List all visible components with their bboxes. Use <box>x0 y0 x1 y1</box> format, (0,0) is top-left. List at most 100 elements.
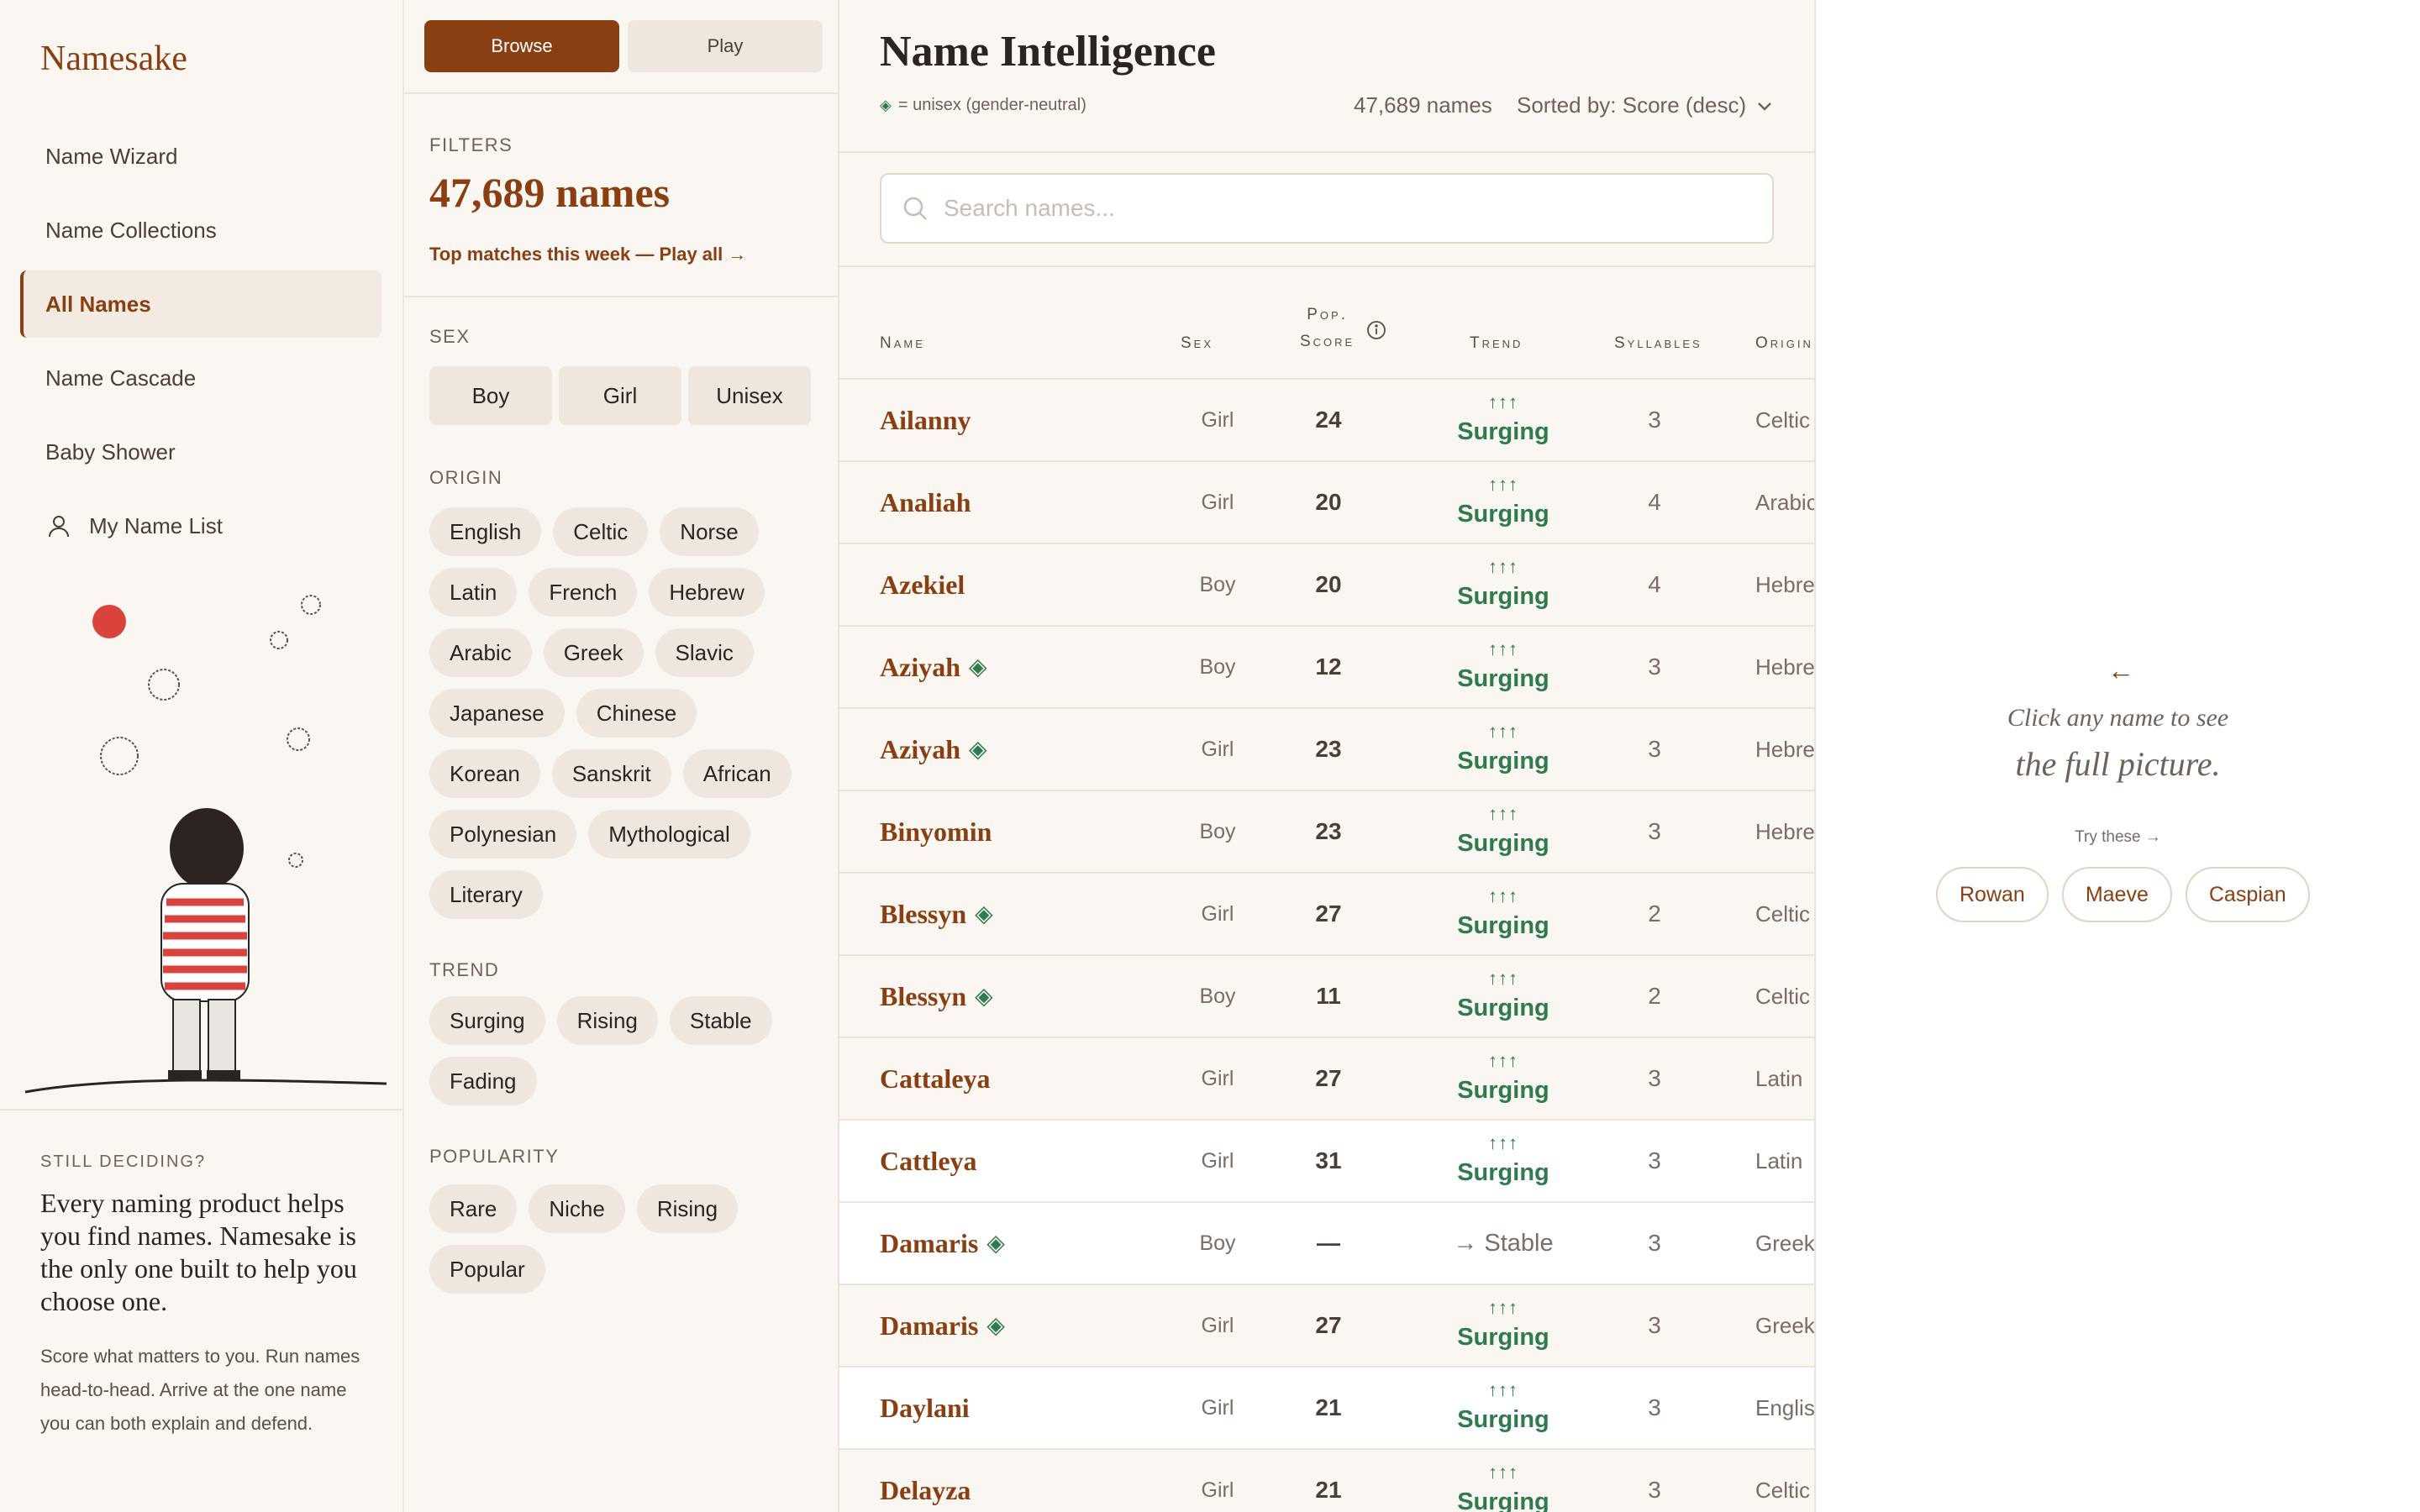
name-cell[interactable]: Daylani <box>880 1368 970 1448</box>
popularity-chip-popular[interactable]: Popular <box>429 1245 545 1294</box>
brand-logo[interactable]: Namesake <box>40 39 187 79</box>
sort-dropdown[interactable]: Sorted by: Score (desc) <box>1517 92 1773 118</box>
name-cell[interactable]: Damaris ◈ <box>880 1203 1005 1284</box>
origin-chip-greek[interactable]: Greek <box>543 628 644 677</box>
origin-chip-hebrew[interactable]: Hebrew <box>649 568 765 617</box>
origin-cell: Greek <box>1755 1312 1815 1338</box>
still-deciding-body: Score what matters to you. Run names hea… <box>40 1346 360 1434</box>
info-icon[interactable] <box>1365 319 1387 341</box>
origin-chip-english[interactable]: English <box>429 507 542 556</box>
popularity-chip-rising[interactable]: Rising <box>636 1184 739 1233</box>
origin-chip-african[interactable]: African <box>682 749 792 798</box>
origin-chip-mythological[interactable]: Mythological <box>588 810 750 858</box>
name-text: Analiah <box>880 486 971 517</box>
trend-chip-stable[interactable]: Stable <box>669 996 772 1045</box>
score-cell: 27 <box>1315 1312 1342 1338</box>
origin-chip-japanese[interactable]: Japanese <box>429 689 565 738</box>
name-cell[interactable]: Aziyah ◈ <box>880 709 987 790</box>
top-matches-link[interactable]: Top matches this week — Play all → <box>429 244 746 265</box>
origin-chip-arabic[interactable]: Arabic <box>429 628 532 677</box>
column-header-sex[interactable]: Sex <box>1181 334 1213 353</box>
table-row[interactable]: Ailanny Girl 24 ↑↑↑ Surging 3 Celtic <box>839 380 1814 462</box>
origin-chip-norse[interactable]: Norse <box>660 507 759 556</box>
table-row[interactable]: Azekiel Boy 20 ↑↑↑ Surging 4 Hebrew <box>839 544 1814 627</box>
table-row[interactable]: Blessyn ◈ Girl 27 ↑↑↑ Surging 2 Celtic <box>839 874 1814 956</box>
sex-filter-girl[interactable]: Girl <box>559 366 681 425</box>
mode-tabs: Browse Play <box>424 20 823 72</box>
syllables-cell: 3 <box>1648 1230 1661 1256</box>
table-row[interactable]: Damaris ◈ Girl 27 ↑↑↑ Surging 3 Greek <box>839 1285 1815 1368</box>
column-header-pop-line2: Score <box>1300 333 1355 350</box>
search-input[interactable] <box>944 195 1750 222</box>
name-text: Aziyah <box>880 733 960 764</box>
name-cell[interactable]: Blessyn ◈ <box>880 956 993 1037</box>
sex-filter-unisex[interactable]: Unisex <box>688 366 811 425</box>
table-row[interactable]: Damaris ◈ Boy — → Stable 3 Greek <box>839 1203 1814 1285</box>
origin-chip-slavic[interactable]: Slavic <box>655 628 754 677</box>
column-header-origin[interactable]: Origin <box>1755 334 1813 353</box>
nav-item-baby-shower[interactable]: Baby Shower <box>20 418 381 486</box>
name-cell[interactable]: Ailanny <box>880 380 971 460</box>
trend-cell: ↑↑↑ Surging <box>1411 1368 1596 1448</box>
column-header-name[interactable]: Name <box>880 334 925 353</box>
trend-chip-fading[interactable]: Fading <box>429 1057 537 1105</box>
nav-item-name-wizard[interactable]: Name Wizard <box>20 123 381 190</box>
table-row[interactable]: Aziyah ◈ Boy 12 ↑↑↑ Surging 3 Hebrew <box>839 627 1814 709</box>
table-row[interactable]: Analiah Girl 20 ↑↑↑ Surging 4 Arabic <box>839 462 1814 544</box>
unisex-legend: ◈ = unisex (gender-neutral) <box>880 96 1086 115</box>
trend-cell: ↑↑↑ Surging <box>1411 956 1596 1037</box>
origin-chip-celtic[interactable]: Celtic <box>553 507 649 556</box>
column-header-syllables[interactable]: Syllables <box>1614 334 1702 353</box>
table-row[interactable]: Cattaleya Girl 27 ↑↑↑ Surging 3 Latin <box>839 1038 1814 1121</box>
tab-browse[interactable]: Browse <box>424 20 619 72</box>
sex-filter-boy[interactable]: Boy <box>429 366 552 425</box>
name-cell[interactable]: Delayza <box>880 1450 971 1512</box>
popularity-chip-rare[interactable]: Rare <box>429 1184 518 1233</box>
syllables-cell: 2 <box>1648 900 1661 927</box>
name-cell[interactable]: Cattleya <box>880 1121 977 1201</box>
popularity-chip-niche[interactable]: Niche <box>529 1184 625 1233</box>
name-text: Daylani <box>880 1392 970 1423</box>
nav-item-all-names[interactable]: All Names <box>20 270 381 338</box>
name-text: Azekiel <box>880 569 965 600</box>
origin-chip-korean[interactable]: Korean <box>429 749 540 798</box>
nav-item-label: Baby Shower <box>45 438 176 465</box>
trend-chip-rising[interactable]: Rising <box>556 996 658 1045</box>
origin-chip-latin[interactable]: Latin <box>429 568 518 617</box>
origin-chip-chinese[interactable]: Chinese <box>576 689 697 738</box>
name-cell[interactable]: Analiah <box>880 462 971 543</box>
score-cell: 11 <box>1316 983 1341 1009</box>
score-cell: 27 <box>1315 1065 1342 1091</box>
origin-chip-literary[interactable]: Literary <box>429 870 543 919</box>
suggestion-pill-rowan[interactable]: Rowan <box>1936 867 2049 922</box>
name-cell[interactable]: Azekiel <box>880 544 965 625</box>
name-cell[interactable]: Binyomin <box>880 791 992 872</box>
table-row[interactable]: Blessyn ◈ Boy 11 ↑↑↑ Surging 2 Celtic <box>839 956 1814 1038</box>
origin-chip-sanskrit[interactable]: Sanskrit <box>551 749 671 798</box>
name-cell[interactable]: Cattaleya <box>880 1038 991 1119</box>
table-row[interactable]: Aziyah ◈ Girl 23 ↑↑↑ Surging 3 Hebrew <box>839 709 1814 791</box>
name-text: Blessyn <box>880 980 967 1011</box>
table-row[interactable]: Daylani Girl 21 ↑↑↑ Surging 3 English <box>839 1368 1814 1450</box>
syllables-cell: 3 <box>1648 1147 1661 1173</box>
trend-label: Surging <box>1457 583 1549 610</box>
nav-item-my-name-list[interactable]: My Name List <box>20 492 381 559</box>
table-row[interactable]: Cattleya Girl 31 ↑↑↑ Surging 3 Latin <box>839 1121 1814 1203</box>
column-header-trend[interactable]: Trend <box>1470 334 1523 353</box>
trend-chip-surging[interactable]: Surging <box>429 996 545 1045</box>
search-box[interactable] <box>880 173 1774 244</box>
nav-item-name-cascade[interactable]: Name Cascade <box>20 344 381 412</box>
column-header-pop[interactable]: Pop. Score <box>1300 306 1355 351</box>
table-row[interactable]: Binyomin Boy 23 ↑↑↑ Surging 3 Hebrew <box>839 791 1814 874</box>
name-cell[interactable]: Aziyah ◈ <box>880 627 987 707</box>
nav-item-name-collections[interactable]: Name Collections <box>20 197 381 264</box>
name-cell[interactable]: Damaris ◈ <box>880 1285 1005 1366</box>
suggestion-pill-maeve[interactable]: Maeve <box>2061 867 2172 922</box>
tab-play[interactable]: Play <box>628 20 823 72</box>
suggestion-pill-caspian[interactable]: Caspian <box>2185 867 2310 922</box>
origin-chip-polynesian[interactable]: Polynesian <box>429 810 577 858</box>
name-cell[interactable]: Blessyn ◈ <box>880 874 993 954</box>
origin-chip-french[interactable]: French <box>529 568 638 617</box>
detail-prompt-line2: the full picture. <box>2015 745 2221 783</box>
table-row[interactable]: Delayza Girl 21 ↑↑↑ Surging 3 Celtic <box>839 1450 1814 1512</box>
